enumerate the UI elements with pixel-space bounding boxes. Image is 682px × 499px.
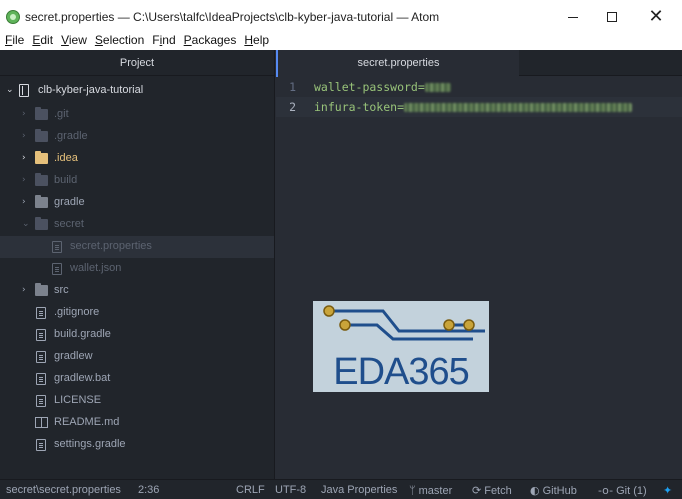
status-encoding[interactable]: UTF-8 [275, 484, 306, 496]
status-branch[interactable]: ᛘ master [409, 484, 452, 497]
status-git-button[interactable]: -o- Git (1) [598, 484, 647, 497]
book-icon [35, 417, 48, 428]
file-text-icon [52, 263, 62, 275]
status-cursor-position[interactable]: 2:36 [138, 484, 159, 496]
maximize-button[interactable] [592, 4, 632, 30]
folder-icon [35, 151, 48, 164]
code-line-2[interactable]: 2 infura-token= [276, 97, 682, 117]
minimize-icon [568, 16, 578, 18]
menu-find[interactable]: Find [147, 33, 175, 49]
chevron-right-icon: › [22, 197, 26, 207]
file-text-icon [36, 351, 46, 363]
folder-icon [35, 107, 48, 120]
redacted-value [404, 103, 633, 112]
tree-view: Project ⌄ clb-kyber-java-tutorial › .git… [0, 50, 275, 479]
code-line-1[interactable]: 1 wallet-password= [276, 77, 682, 97]
menu-bar: File Edit View Selection Find Packages H… [0, 33, 682, 49]
menu-selection[interactable]: Selection [90, 33, 144, 49]
tab-bar: secret.properties [276, 50, 682, 77]
status-github-button[interactable]: ◐ GitHub [530, 484, 577, 497]
tree-item-wallet-json[interactable]: wallet.json [0, 258, 274, 280]
chevron-right-icon: › [22, 285, 26, 295]
status-grammar[interactable]: Java Properties [321, 484, 397, 496]
close-button[interactable]: ✕ [636, 4, 676, 30]
chevron-down-icon: ⌄ [22, 219, 30, 229]
tree-item-license[interactable]: LICENSE [0, 390, 274, 412]
status-file-path[interactable]: secret\secret.properties [6, 484, 121, 496]
editor-pane: secret.properties 1 wallet-password= 2 i… [276, 50, 682, 479]
tree-item-secret[interactable]: ⌄ secret [0, 214, 274, 236]
tree-item-gitignore[interactable]: .gitignore [0, 302, 274, 324]
menu-view[interactable]: View [56, 33, 87, 49]
tree-item-gradlew[interactable]: gradlew [0, 346, 274, 368]
tree-item-secret-properties[interactable]: secret.properties [0, 236, 274, 258]
git-commit-icon: -o- [598, 484, 614, 497]
sync-icon: ⟳ [472, 484, 482, 497]
file-text-icon [52, 241, 62, 253]
folder-icon [35, 283, 48, 296]
folder-open-icon [35, 217, 48, 230]
tree-item-git[interactable]: › .git [0, 104, 274, 126]
status-fetch-button[interactable]: ⟳ Fetch [472, 484, 512, 497]
window-title: secret.properties — C:\Users\talfc\IdeaP… [25, 10, 440, 24]
folder-icon [35, 195, 48, 208]
file-text-icon [36, 373, 46, 385]
tree-item-settings-gradle[interactable]: settings.gradle [0, 434, 274, 456]
tree-item-src[interactable]: › src [0, 280, 274, 302]
tree-item-idea[interactable]: › .idea [0, 148, 274, 170]
watermark-logo: EDA365 [313, 301, 489, 392]
status-bar: secret\secret.properties 2:36 CRLF UTF-8… [0, 479, 682, 499]
menu-packages[interactable]: Packages [179, 33, 237, 49]
tree-item-build-gradle[interactable]: build.gradle [0, 324, 274, 346]
chevron-right-icon: › [22, 131, 26, 141]
folder-icon [35, 129, 48, 142]
repo-icon [19, 84, 29, 97]
tab-secret-properties[interactable]: secret.properties [276, 50, 519, 77]
workspace: Project ⌄ clb-kyber-java-tutorial › .git… [0, 50, 682, 479]
maximize-icon [607, 12, 617, 22]
chevron-right-icon: › [22, 109, 26, 119]
atom-app-icon [6, 10, 20, 24]
file-text-icon [36, 307, 46, 319]
folder-icon [35, 173, 48, 186]
code-text: infura-token= [314, 100, 405, 114]
circuit-trace-graphic [323, 305, 485, 341]
status-line-ending[interactable]: CRLF [236, 484, 265, 496]
tree-item-gradle-cache[interactable]: › .gradle [0, 126, 274, 148]
tree-item-gradlew-bat[interactable]: gradlew.bat [0, 368, 274, 390]
chevron-down-icon: ⌄ [6, 85, 14, 95]
tree-root[interactable]: ⌄ clb-kyber-java-tutorial [0, 80, 274, 102]
minimize-button[interactable] [553, 4, 593, 30]
twitter-bird-icon[interactable]: ✦ [663, 484, 672, 497]
tree-item-gradle[interactable]: › gradle [0, 192, 274, 214]
watermark-text: EDA365 [333, 351, 470, 392]
chevron-right-icon: › [22, 175, 26, 185]
title-bar: secret.properties — C:\Users\talfc\IdeaP… [0, 0, 682, 34]
file-text-icon [36, 329, 46, 341]
close-icon: ✕ [648, 6, 664, 27]
code-text: wallet-password= [314, 80, 425, 94]
menu-file[interactable]: File [0, 33, 24, 49]
github-icon: ◐ [530, 484, 540, 497]
redacted-value [424, 83, 451, 92]
menu-edit[interactable]: Edit [27, 33, 53, 49]
git-branch-icon: ᛘ [409, 484, 416, 497]
chevron-right-icon: › [22, 153, 26, 163]
tree-view-header[interactable]: Project [0, 50, 274, 76]
file-text-icon [36, 439, 46, 451]
file-text-icon [36, 395, 46, 407]
tree-item-readme[interactable]: README.md [0, 412, 274, 434]
tree-item-build[interactable]: › build [0, 170, 274, 192]
menu-help[interactable]: Help [239, 33, 269, 49]
